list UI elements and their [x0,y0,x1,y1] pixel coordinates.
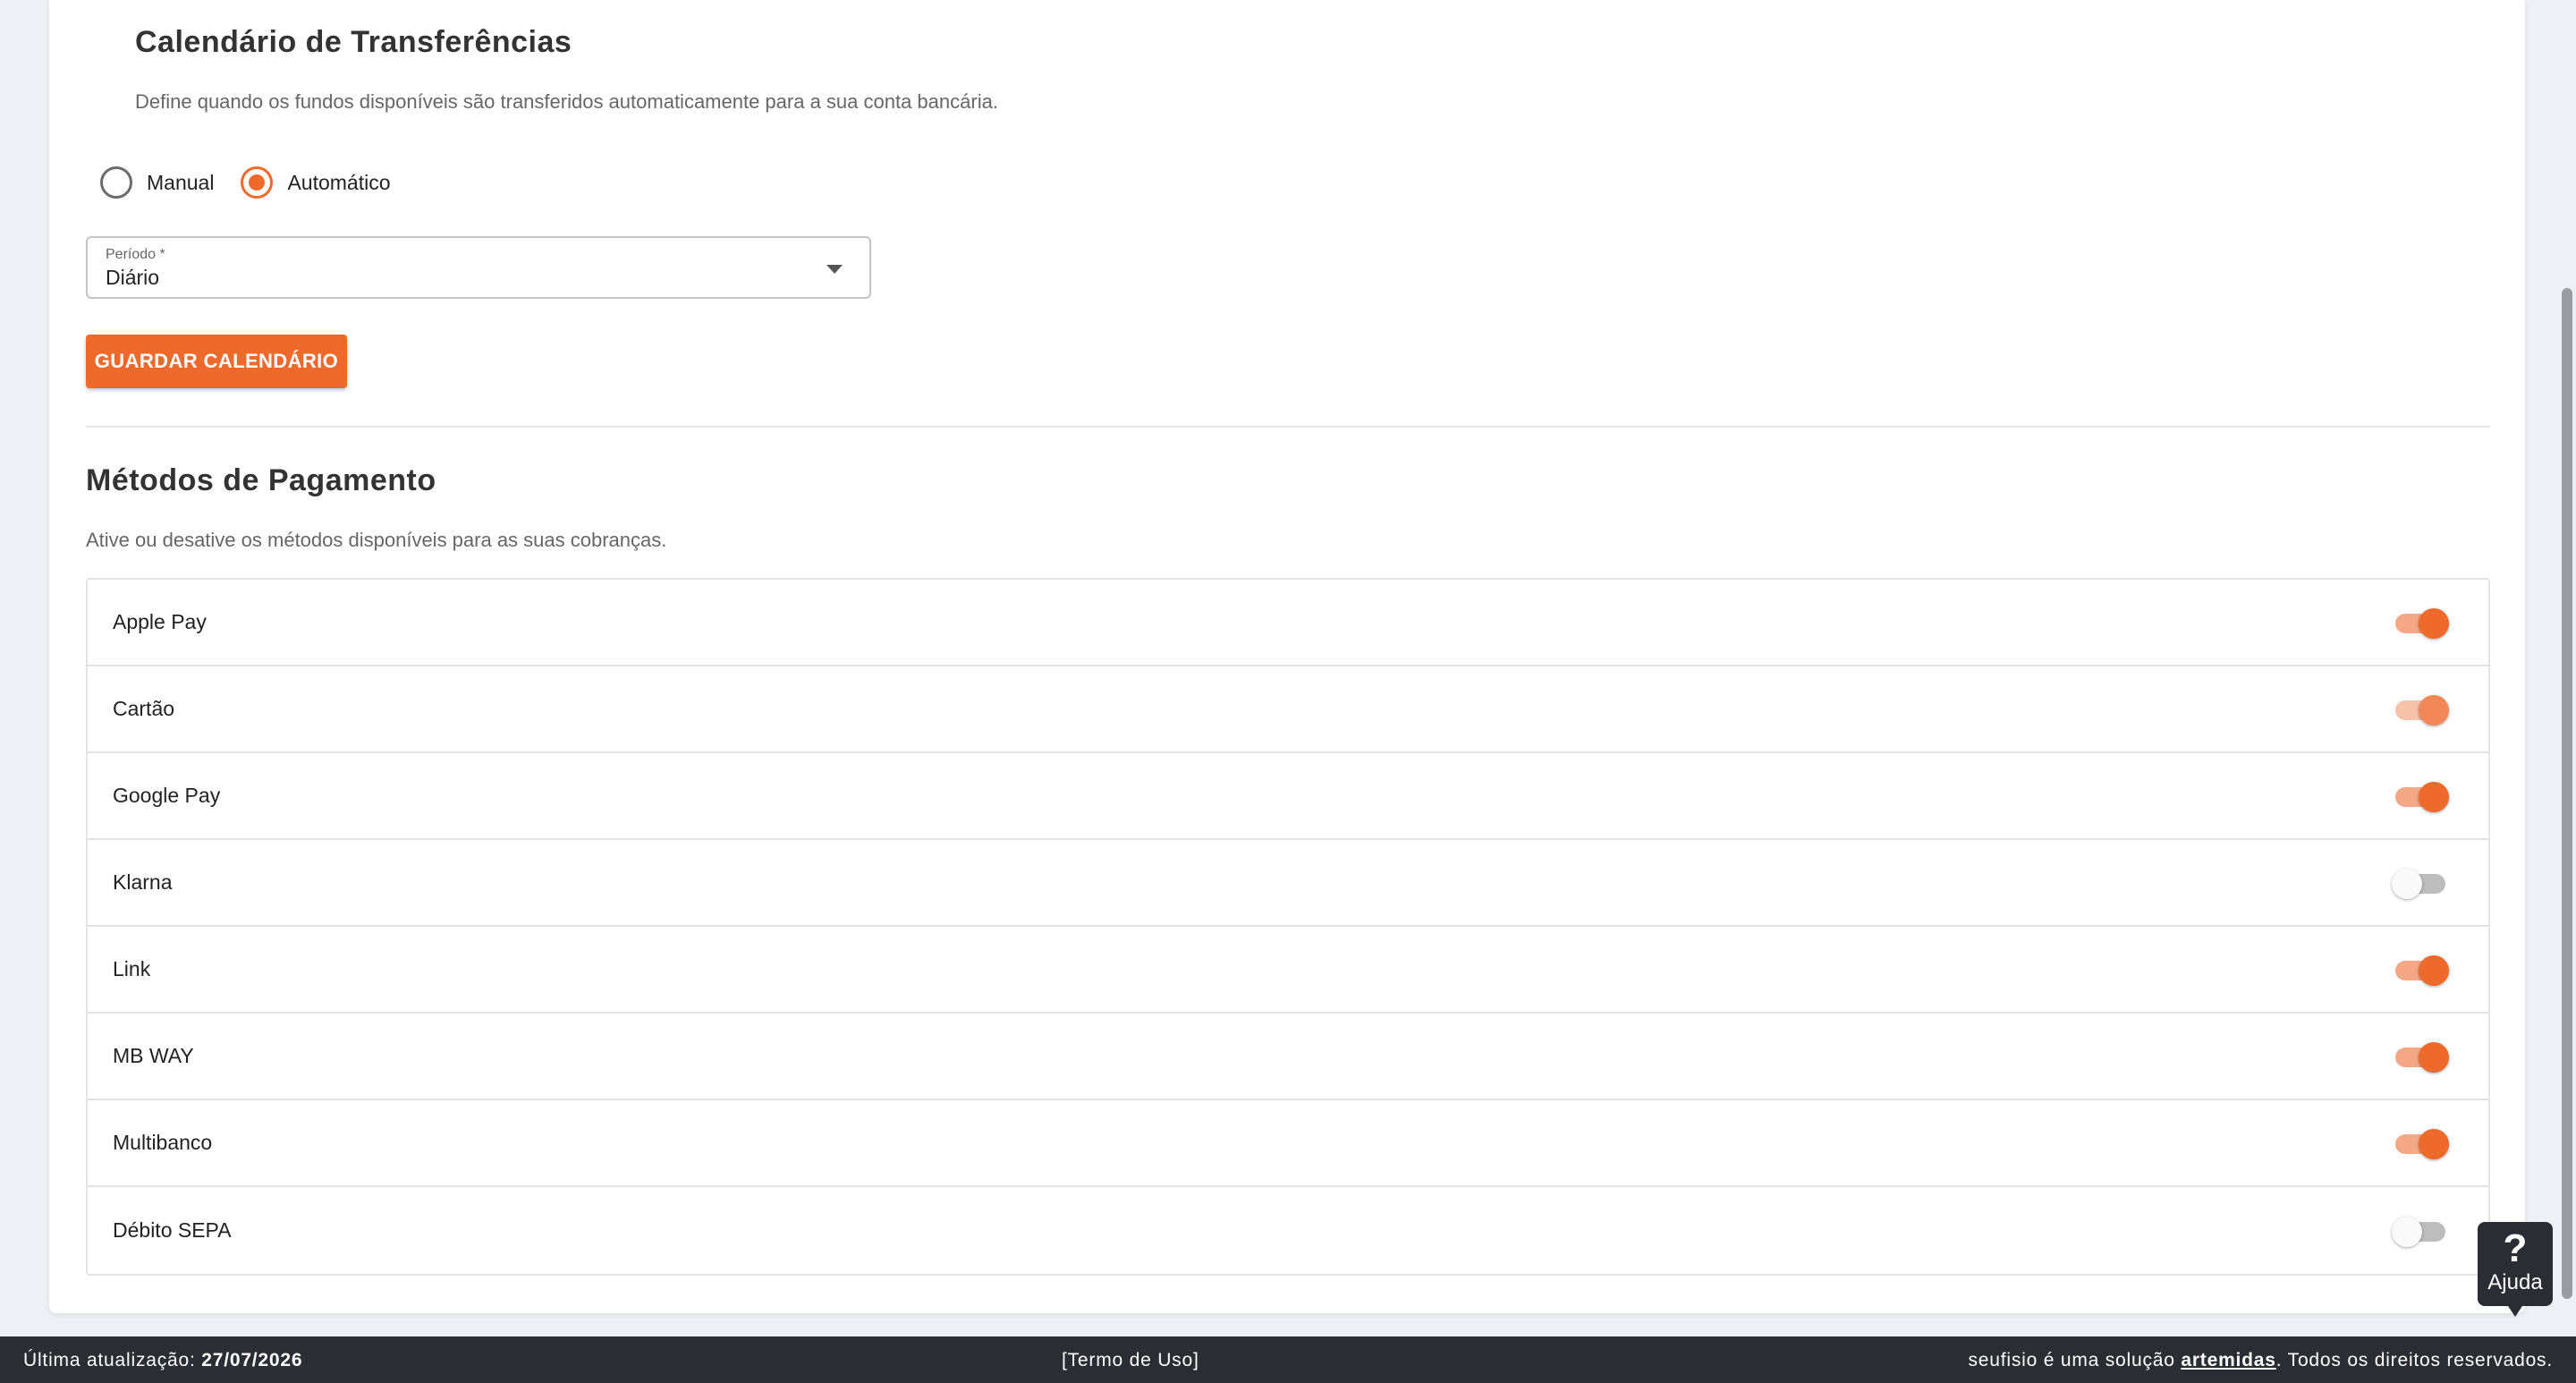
page-scrollbar[interactable] [2555,0,2576,1336]
period-select-label: Período * [106,247,165,262]
transfers-description: Define quando os fundos disponíveis são … [135,90,998,113]
method-name: Débito SEPA [113,1218,232,1242]
method-row-multibanco: Multibanco [88,1100,2488,1187]
terms-link[interactable]: [Termo de Uso] [1062,1350,1199,1371]
save-calendar-button[interactable]: GUARDAR CALENDÁRIO [86,335,347,388]
method-name: Apple Pay [113,610,207,633]
toggle-mb-way[interactable] [2392,1039,2449,1074]
period-select[interactable]: Período * Diário [86,236,871,299]
transfers-title: Calendário de Transferências [135,25,572,59]
toggle-cartao[interactable] [2392,692,2449,727]
brand-text: seufisio é uma solução [1968,1350,2182,1370]
method-row-klarna: Klarna [88,840,2488,927]
rights-text: . Todos os direitos reservados. [2275,1350,2553,1370]
toggle-multibanco[interactable] [2392,1125,2449,1161]
radio-automatic-label: Automático [287,170,391,194]
method-name: Link [113,957,151,980]
section-divider [86,426,2490,428]
last-updated-date: 27/07/2026 [201,1350,303,1370]
help-icon: ? [2503,1226,2528,1270]
method-name: Cartão [113,697,175,720]
method-row-mb-way: MB WAY [88,1014,2488,1100]
settings-card: Calendário de Transferências Define quan… [49,0,2525,1313]
method-name: Multibanco [113,1131,213,1154]
payment-methods-list: Apple Pay Cartão Google Pay Klarna Link … [86,578,2490,1276]
payments-description: Ative ou desative os métodos disponíveis… [86,529,667,551]
period-select-value: Diário [106,266,160,289]
toggle-google-pay[interactable] [2392,778,2449,814]
radio-automatic[interactable]: Automático [241,166,391,199]
toggle-link[interactable] [2392,952,2449,988]
toggle-klarna[interactable] [2392,865,2449,901]
method-name: MB WAY [113,1044,194,1067]
scrollbar-thumb[interactable] [2562,288,2572,1299]
help-label: Ajuda [2487,1270,2543,1294]
footer: Última atualização: 27/07/2026 [Termo de… [0,1336,2576,1383]
footer-brand: seufisio é uma solução artemidas. Todos … [1968,1350,2553,1371]
chevron-down-icon[interactable] [826,265,843,274]
method-row-cartao: Cartão [88,666,2488,753]
method-name: Google Pay [113,784,221,807]
method-row-link: Link [88,927,2488,1014]
method-row-google-pay: Google Pay [88,753,2488,840]
radio-manual-label: Manual [147,170,215,194]
radio-manual-circle[interactable] [100,166,132,199]
toggle-apple-pay[interactable] [2392,605,2449,641]
artemidas-link[interactable]: artemidas [2181,1350,2275,1370]
method-row-apple-pay: Apple Pay [88,580,2488,666]
payments-title: Métodos de Pagamento [86,463,436,497]
radio-manual[interactable]: Manual [100,166,214,199]
method-row-debito-sepa: Débito SEPA [88,1187,2488,1274]
radio-automatic-circle[interactable] [241,166,274,199]
help-button[interactable]: ? Ajuda [2478,1222,2553,1317]
method-name: Klarna [113,870,173,894]
transfer-mode-radio-group: Manual Automático [100,166,418,199]
last-updated-label: Última atualização: [23,1350,202,1370]
toggle-debito-sepa[interactable] [2392,1213,2449,1249]
footer-last-updated: Última atualização: 27/07/2026 [23,1350,302,1371]
